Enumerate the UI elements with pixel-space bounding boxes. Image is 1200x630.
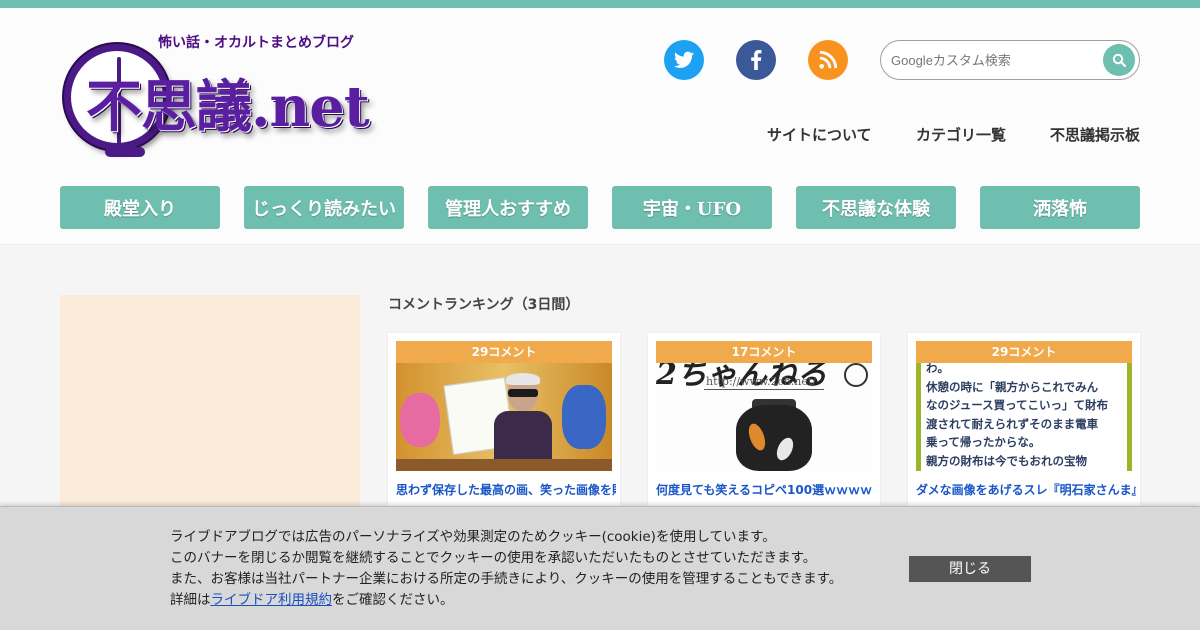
cookie-line-4-suffix: をご確認ください。 — [332, 592, 454, 608]
nav-link-categories[interactable]: カテゴリ一覧 — [916, 124, 1006, 145]
ranking-card-2[interactable]: 17コメント 2ちゃんねる http://www.2ch.net/ 何度見ても笑… — [648, 333, 880, 523]
top-accent-bar — [0, 0, 1200, 8]
category-hall-of-fame[interactable]: 殿堂入り — [60, 186, 220, 229]
cookie-line-4-prefix: 詳細は — [170, 592, 211, 608]
rss-button[interactable] — [808, 40, 848, 80]
cookie-banner: ライブドアブログでは広告のパーソナライズや効果測定のためクッキー(cookie)… — [0, 506, 1200, 630]
ranking-title: コメントランキング（3日間） — [388, 297, 580, 313]
comment-count-badge: 29コメント — [916, 341, 1132, 363]
card-title: 思わず保存した最高の画、笑った画像を貼っていけ【画像】 — [396, 483, 616, 497]
search-input[interactable] — [891, 47, 1101, 73]
ranking-card-3[interactable]: 29コメント わ。 休憩の時に「親方からこれでみん なのジュース買ってこいっ」て… — [908, 333, 1140, 523]
category-strange-experience[interactable]: 不思議な体験 — [796, 186, 956, 229]
nav-link-about[interactable]: サイトについて — [767, 124, 872, 145]
ad-placeholder[interactable] — [60, 295, 360, 515]
ranking-card-1[interactable]: 29コメント 思わず保存した最高の画、笑った画像を貼っていけ【画像】 — [388, 333, 620, 523]
terms-link[interactable]: ライブドア利用規約 — [211, 592, 333, 608]
nav-link-bbs[interactable]: 不思議掲示板 — [1050, 124, 1140, 145]
cookie-close-button[interactable]: 閉じる — [909, 556, 1031, 582]
card-thumbnail: 2ちゃんねる http://www.2ch.net/ — [656, 363, 872, 471]
category-long-read[interactable]: じっくり読みたい — [244, 186, 404, 229]
logo-text: 不思議.net — [86, 74, 370, 140]
facebook-button[interactable] — [736, 40, 776, 80]
thumb-url-text: http://www.2ch.net/ — [706, 375, 816, 388]
category-space-ufo[interactable]: 宇宙・UFO — [612, 186, 772, 229]
twitter-icon — [674, 51, 694, 68]
comment-count-badge: 17コメント — [656, 341, 872, 363]
facebook-icon — [751, 50, 762, 70]
cookie-line-4: 詳細はライブドア利用規約をご確認ください。 — [170, 590, 842, 611]
search-button[interactable] — [1103, 44, 1135, 76]
thumb-caption-text: わ。 休憩の時に「親方からこれでみん なのジュース買ってこいっ」て財布 渡されて… — [926, 363, 1109, 468]
category-admin-pick[interactable]: 管理人おすすめ — [428, 186, 588, 229]
card-title: 何度見ても笑えるコピペ100選ｗｗｗｗ — [656, 483, 873, 497]
category-sharekowa[interactable]: 洒落怖 — [980, 186, 1140, 229]
site-logo[interactable]: 怖い話・オカルトまとめブログ 不思議.net — [60, 30, 390, 157]
site-header: 怖い話・オカルトまとめブログ 不思議.net サイトについて カテゴリ一覧 不思… — [0, 8, 1200, 245]
card-thumbnail: わ。 休憩の時に「親方からこれでみん なのジュース買ってこいっ」て財布 渡されて… — [916, 363, 1132, 471]
logo-tagline: 怖い話・オカルトまとめブログ — [158, 35, 354, 51]
cookie-message: ライブドアブログでは広告のパーソナライズや効果測定のためクッキー(cookie)… — [170, 527, 842, 611]
rss-icon — [819, 51, 837, 69]
search-box — [880, 40, 1140, 80]
cookie-line-1: ライブドアブログでは広告のパーソナライズや効果測定のためクッキー(cookie)… — [170, 529, 776, 545]
search-icon — [1112, 53, 1126, 67]
card-thumbnail — [396, 363, 612, 471]
twitter-button[interactable] — [664, 40, 704, 80]
comment-count-badge: 29コメント — [396, 341, 612, 363]
cookie-line-2: このバナーを閉じるか閲覧を継続することでクッキーの使用を承認いただいたものとさせ… — [170, 550, 817, 566]
cookie-line-3: また、お客様は当社パートナー企業における所定の手続きにより、クッキーの使用を管理… — [170, 571, 843, 587]
card-title: ダメな画像をあげるスレ『明石家さんま』 — [916, 483, 1136, 497]
